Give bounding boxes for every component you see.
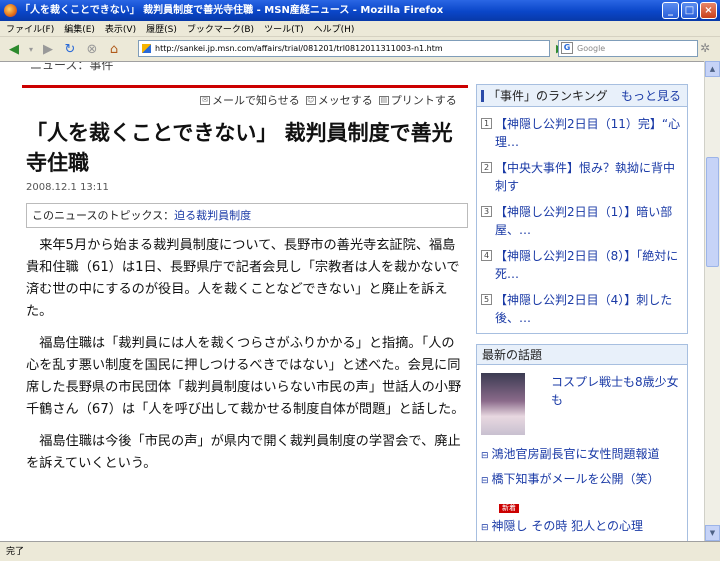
ranking-item[interactable]: 1 【神隠し公判2日目（11）完】“心理… xyxy=(477,115,687,151)
url-field[interactable]: http://sankei.jp.msn.com/affairs/trial/0… xyxy=(138,40,550,57)
latest-topics-list: ⊟ 鴻池官房副長官に女性問題報道 ⊟ 橋下知事がメールを公開（笑） 新着 ⊟ 神隠し … xyxy=(481,445,685,541)
article-headline: 「人を裁くことできない」 裁判員制度で善光寺住職 xyxy=(26,121,453,175)
topics-link[interactable]: 迫る裁判員制度 xyxy=(174,209,251,222)
rank-number: 4 xyxy=(481,250,492,261)
mail-share-link[interactable]: ✉ メールで知らせる xyxy=(200,92,300,108)
menu-file[interactable]: ファイル(F) xyxy=(6,22,54,35)
bullet-icon: ⊟ xyxy=(481,523,489,533)
ranking-item[interactable]: 2 【中央大事件】恨み？執拗に背中刺す xyxy=(477,159,687,195)
rank-number: 3 xyxy=(481,206,492,217)
section-header-text: ニュース：事件 xyxy=(30,61,114,72)
latest-topics-header: 最新の話題 xyxy=(477,345,687,365)
scroll-up-icon[interactable]: ▲ xyxy=(705,61,720,77)
messenger-icon: ☺ xyxy=(305,95,316,105)
minimize-button[interactable]: _ xyxy=(662,2,679,19)
messenger-share-link[interactable]: ☺ メッセする xyxy=(305,92,373,108)
back-icon[interactable]: ◀ xyxy=(4,39,24,59)
print-label: プリントする xyxy=(390,94,457,107)
list-item[interactable]: ⊟ 鴻池官房副長官に女性問題報道 xyxy=(481,445,685,465)
bullet-icon: ⊟ xyxy=(481,476,489,486)
menu-history[interactable]: 履歴(S) xyxy=(146,22,177,35)
ranking-item[interactable]: 5 【神隠し公判2日目（4）】刺した後、… xyxy=(477,291,687,327)
reload-icon[interactable]: ↻ xyxy=(60,39,80,59)
rank-number: 2 xyxy=(481,162,492,173)
ranking-marker xyxy=(481,90,484,102)
site-favicon-icon xyxy=(142,44,151,53)
ranking-more-link[interactable]: もっと見る xyxy=(621,85,681,107)
page-viewport: ニュース：事件 ✉ メールで知らせる ☺ メッセする ▤ プリントする 「人を裁… xyxy=(0,61,704,541)
list-item[interactable]: ⊟ 橋下知事がメールを公開（笑） xyxy=(481,470,685,490)
news-topics-box: このニュースのトピックス：迫る裁判員制度 xyxy=(26,203,468,228)
topics-label: このニュースのトピックス： xyxy=(32,209,175,222)
ranking-item[interactable]: 4 【神隠し公判2日目（8）】「絶対に死… xyxy=(477,247,687,283)
ranking-header: 「事件」のランキング もっと見る xyxy=(477,85,687,107)
vertical-scrollbar[interactable]: ▲ ▼ xyxy=(704,61,720,541)
article-paragraph: 来年5月から始まる裁判員制度について、長野市の善光寺玄証院、福島貴和住職（61）… xyxy=(26,238,460,319)
photo-caption-link[interactable]: コスプレ戦士も8歳少女も xyxy=(551,373,681,409)
firefox-icon xyxy=(4,4,17,17)
print-icon: ▤ xyxy=(378,95,389,105)
ranking-item-text: 【神隠し公判2日目（4）】刺した後、… xyxy=(495,293,673,325)
scroll-thumb[interactable] xyxy=(706,157,719,267)
window-titlebar: 「人を裁くことできない」 裁判員制度で善光寺住職 - MSN産経ニュース - M… xyxy=(0,0,720,21)
menu-bar: ファイル(F) 編集(E) 表示(V) 履歴(S) ブックマーク(B) ツール(… xyxy=(0,21,720,37)
gear-icon[interactable]: ✲ xyxy=(700,41,710,55)
maximize-button[interactable]: □ xyxy=(681,2,698,19)
article-paragraph: 福島住職は今後「市民の声」が県内で開く裁判員制度の学習会で、廃止を訴えていくとい… xyxy=(26,434,461,471)
latest-topics-box: 最新の話題 コスプレ戦士も8歳少女も ⊟ 鴻池官房副長官に女性問題報道 ⊟ 橋下知事… xyxy=(476,344,688,541)
article-actions: ✉ メールで知らせる ☺ メッセする ▤ プリントする xyxy=(200,92,457,108)
window-title: 「人を裁くことできない」 裁判員制度で善光寺住職 - MSN産経ニュース - M… xyxy=(20,5,444,16)
menu-view[interactable]: 表示(V) xyxy=(105,22,136,35)
ranking-box: 「事件」のランキング もっと見る 1 【神隠し公判2日目（11）完】“心理… 2… xyxy=(476,84,688,334)
rank-number: 5 xyxy=(481,294,492,305)
rank-number: 1 xyxy=(481,118,492,129)
ranking-item-text: 【神隠し公判2日目（11）完】“心理… xyxy=(495,117,681,149)
list-item-text: 橋下知事がメールを公開（笑） xyxy=(491,472,660,486)
menu-help[interactable]: ヘルプ(H) xyxy=(314,22,355,35)
scroll-down-icon[interactable]: ▼ xyxy=(705,525,720,541)
ranking-title: 「事件」のランキング xyxy=(488,89,608,103)
search-engine-icon[interactable]: G xyxy=(561,42,573,54)
url-text: http://sankei.jp.msn.com/affairs/trial/0… xyxy=(155,44,443,53)
ranking-item-text: 【神隠し公判2日目（1）】暗い部屋、… xyxy=(495,205,673,237)
navigation-toolbar: ◀ ▾ ▶ ↻ ⊗ ⌂ http://sankei.jp.msn.com/aff… xyxy=(0,37,720,61)
stop-icon[interactable]: ⊗ xyxy=(82,39,102,59)
article-date: 2008.12.1 13:11 xyxy=(26,182,109,193)
ranking-item-text: 【神隠し公判2日目（8）】「絶対に死… xyxy=(495,249,679,281)
close-button[interactable]: × xyxy=(700,2,717,19)
messenger-share-label: メッセする xyxy=(317,94,373,107)
bullet-icon: ⊟ xyxy=(481,451,489,461)
list-item-text: 鴻池官房副長官に女性問題報道 xyxy=(491,447,660,461)
mail-share-label: メールで知らせる xyxy=(212,94,300,107)
topic-photo[interactable] xyxy=(481,373,525,435)
list-item-text: 神隠し その時 犯人との心理 xyxy=(491,519,644,533)
article-paragraph: 福島住職は「裁判員には人を裁くつらさがふりかかる」と指摘。「人の心を乱す悪い制度… xyxy=(26,336,465,417)
ranking-item[interactable]: 3 【神隠し公判2日目（1）】暗い部屋、… xyxy=(477,203,687,239)
list-item[interactable]: ⊟ 神隠し その時 犯人との心理 xyxy=(481,517,685,537)
forward-icon[interactable]: ▶ xyxy=(38,39,58,59)
mail-icon: ✉ xyxy=(200,95,210,105)
print-link[interactable]: ▤ プリントする xyxy=(378,92,457,108)
search-input[interactable]: G Google xyxy=(558,40,698,57)
menu-edit[interactable]: 編集(E) xyxy=(64,22,95,35)
search-placeholder: Google xyxy=(577,44,606,53)
article-body: 来年5月から始まる裁判員制度について、長野市の善光寺玄証院、福島貴和住職（61）… xyxy=(26,235,466,485)
dropdown-arrow-icon[interactable]: ▾ xyxy=(26,39,36,59)
menu-bookmarks[interactable]: ブックマーク(B) xyxy=(187,22,254,35)
home-icon[interactable]: ⌂ xyxy=(104,39,124,59)
menu-tools[interactable]: ツール(T) xyxy=(264,22,304,35)
new-badge: 新着 xyxy=(499,504,519,513)
ranking-item-text: 【中央大事件】恨み？執拗に背中刺す xyxy=(495,161,676,193)
status-bar: 完了 xyxy=(0,541,720,561)
section-header: ニュース：事件 xyxy=(22,62,468,88)
